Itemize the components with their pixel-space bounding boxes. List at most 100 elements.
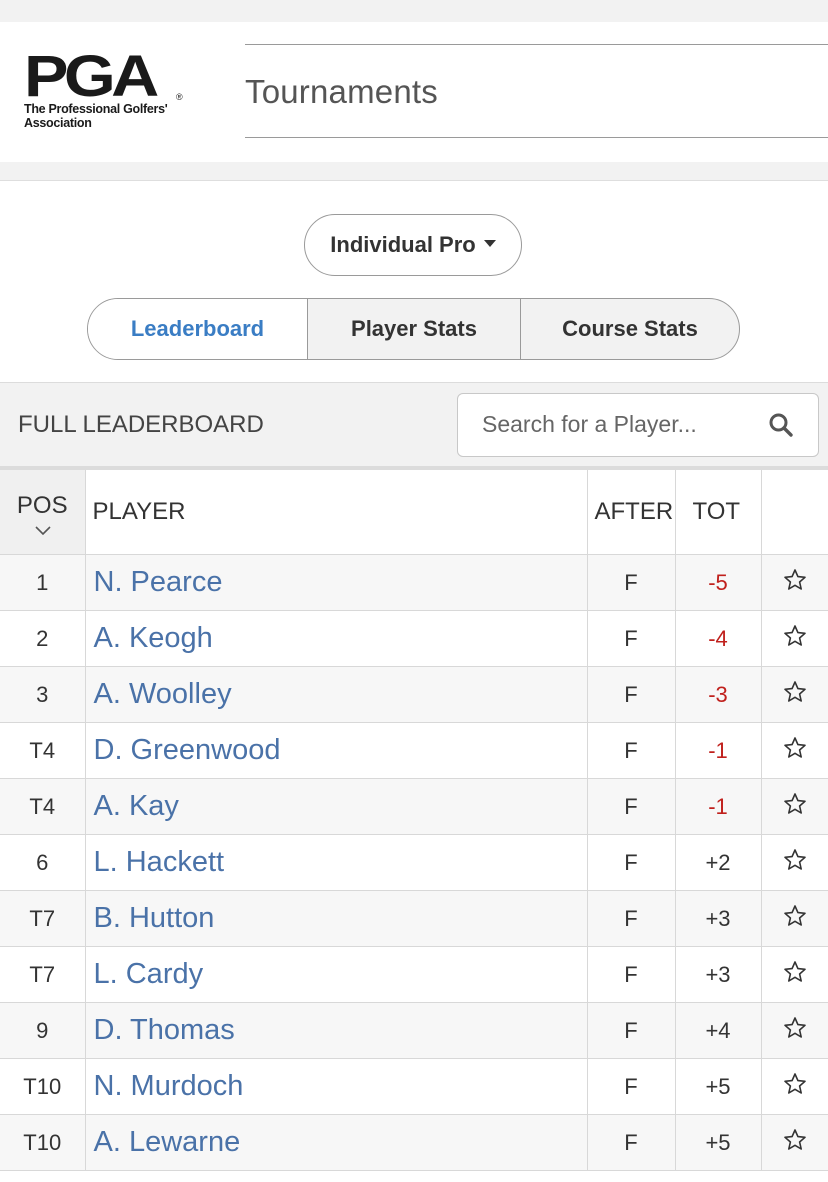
player-name-link[interactable]: L. Hackett (85, 834, 588, 891)
table-row[interactable]: 2 A. Keogh F -4 (0, 610, 828, 667)
position-cell: 3 (0, 666, 86, 723)
table-row[interactable]: 3 A. Woolley F -3 (0, 666, 828, 723)
after-cell: F (587, 666, 676, 723)
after-column-header[interactable]: AFTER (587, 470, 676, 555)
favorite-button[interactable] (761, 1058, 828, 1115)
total-score-cell: +5 (675, 1058, 762, 1115)
player-name-link[interactable]: A. Keogh (85, 610, 588, 667)
after-cell: F (587, 1058, 676, 1115)
total-score-cell: -1 (675, 778, 762, 835)
favorite-button[interactable] (761, 554, 828, 611)
star-outline-icon (783, 961, 806, 982)
favorite-column-header (761, 470, 828, 555)
leaderboard-rows: 1 N. Pearce F -5 2 A. Keogh F -4 3 A. Woolley F -3 T… (0, 554, 828, 1171)
position-cell: T7 (0, 946, 86, 1003)
table-row[interactable]: 6 L. Hackett F +2 (0, 834, 828, 891)
star-outline-icon (783, 849, 806, 870)
favorite-button[interactable] (761, 946, 828, 1003)
favorite-button[interactable] (761, 778, 828, 835)
player-name-link[interactable]: D. Thomas (85, 1002, 588, 1059)
pga-logo[interactable]: PGA ® The Professional Golfers' Associat… (24, 48, 194, 142)
total-score-cell: +2 (675, 834, 762, 891)
leaderboard-title: FULL LEADERBOARD (18, 411, 264, 438)
position-cell: T7 (0, 890, 86, 947)
position-cell: 9 (0, 1002, 86, 1059)
after-cell: F (587, 890, 676, 947)
table-row[interactable]: T10 N. Murdoch F +5 (0, 1058, 828, 1115)
position-cell: 6 (0, 834, 86, 891)
player-name-link[interactable]: A. Kay (85, 778, 588, 835)
after-cell: F (587, 946, 676, 1003)
table-row[interactable]: T7 L. Cardy F +3 (0, 946, 828, 1003)
chevron-down-icon (35, 526, 51, 535)
tab-player-stats[interactable]: Player Stats (308, 299, 521, 359)
page-title-box: Tournaments (245, 44, 828, 138)
header-separator (0, 162, 828, 181)
star-outline-icon (783, 793, 806, 814)
caret-down-icon (483, 239, 496, 247)
category-dropdown[interactable]: Individual Pro (304, 214, 522, 276)
player-search (457, 393, 819, 457)
after-cell: F (587, 554, 676, 611)
top-strip (0, 0, 828, 23)
player-name-link[interactable]: D. Greenwood (85, 722, 588, 779)
position-cell: T4 (0, 722, 86, 779)
tab-leaderboard[interactable]: Leaderboard (88, 299, 308, 359)
favorite-button[interactable] (761, 1002, 828, 1059)
player-name-link[interactable]: B. Hutton (85, 890, 588, 947)
star-outline-icon (783, 737, 806, 758)
favorite-button[interactable] (761, 834, 828, 891)
leaderboard-header: FULL LEADERBOARD (0, 382, 828, 470)
favorite-button[interactable] (761, 666, 828, 723)
total-score-cell: -3 (675, 666, 762, 723)
leaderboard-table: POS PLAYER AFTER TOT 1 N. Pearce F -5 2 A. Ke… (0, 470, 828, 1171)
pos-column-header[interactable]: POS (0, 470, 86, 555)
total-score-cell: -4 (675, 610, 762, 667)
after-cell: F (587, 610, 676, 667)
star-outline-icon (783, 625, 806, 646)
logo-mark: PGA (24, 44, 159, 109)
star-outline-icon (783, 569, 806, 590)
tot-column-header[interactable]: TOT (675, 470, 762, 555)
registered-mark-icon: ® (176, 92, 183, 102)
total-score-cell: -5 (675, 554, 762, 611)
pos-header-label: POS (16, 492, 68, 519)
player-name-link[interactable]: N. Pearce (85, 554, 588, 611)
player-name-link[interactable]: A. Lewarne (85, 1114, 588, 1171)
star-outline-icon (783, 905, 806, 926)
tab-course-stats[interactable]: Course Stats (521, 299, 739, 359)
view-tabs: Leaderboard Player Stats Course Stats (87, 298, 740, 360)
search-icon (769, 413, 793, 437)
total-score-cell: +3 (675, 890, 762, 947)
star-outline-icon (783, 681, 806, 702)
star-outline-icon (783, 1073, 806, 1094)
player-search-input[interactable] (458, 394, 746, 454)
total-score-cell: -1 (675, 722, 762, 779)
after-cell: F (587, 1114, 676, 1171)
table-row[interactable]: 9 D. Thomas F +4 (0, 1002, 828, 1059)
site-header: PGA ® The Professional Golfers' Associat… (0, 22, 828, 162)
position-cell: 2 (0, 610, 86, 667)
favorite-button[interactable] (761, 610, 828, 667)
favorite-button[interactable] (761, 1114, 828, 1171)
player-name-link[interactable]: A. Woolley (85, 666, 588, 723)
after-cell: F (587, 834, 676, 891)
table-row[interactable]: T4 A. Kay F -1 (0, 778, 828, 835)
position-cell: T4 (0, 778, 86, 835)
table-row[interactable]: T7 B. Hutton F +3 (0, 890, 828, 947)
table-row[interactable]: T10 A. Lewarne F +5 (0, 1114, 828, 1171)
player-name-link[interactable]: N. Murdoch (85, 1058, 588, 1115)
position-cell: T10 (0, 1114, 86, 1171)
table-row[interactable]: T4 D. Greenwood F -1 (0, 722, 828, 779)
player-name-link[interactable]: L. Cardy (85, 946, 588, 1003)
favorite-button[interactable] (761, 890, 828, 947)
search-button[interactable] (744, 394, 818, 455)
table-row[interactable]: 1 N. Pearce F -5 (0, 554, 828, 611)
favorite-button[interactable] (761, 722, 828, 779)
player-column-header[interactable]: PLAYER (85, 470, 588, 555)
after-cell: F (587, 1002, 676, 1059)
position-cell: T10 (0, 1058, 86, 1115)
page-title: Tournaments (245, 73, 438, 110)
after-cell: F (587, 778, 676, 835)
after-cell: F (587, 722, 676, 779)
